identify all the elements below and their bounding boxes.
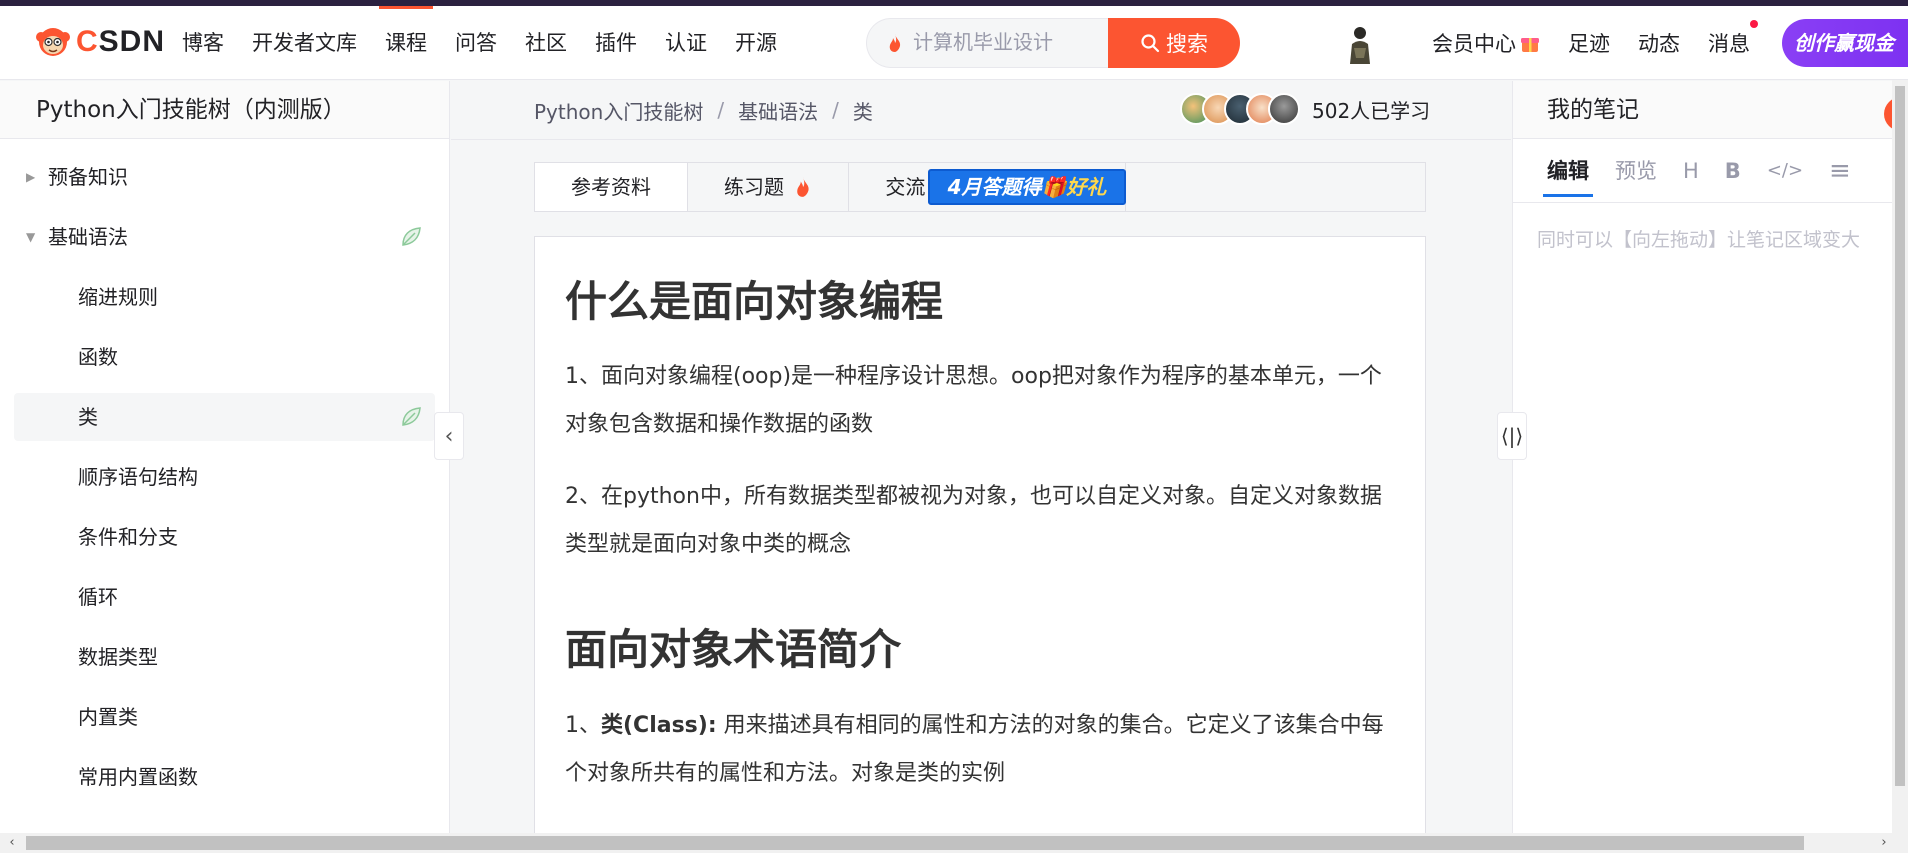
tab-preview[interactable]: 预览 [1615,139,1657,203]
search-button[interactable]: 搜索 [1108,18,1240,68]
heading-terms: 面向对象术语简介 [565,625,902,675]
search-box[interactable] [866,18,1108,68]
horizontal-scroll-thumb[interactable] [26,836,1804,850]
dynamic-link[interactable]: 动态 [1624,28,1694,58]
gift-icon: 🎁 [1041,175,1067,199]
tree-item-builtin-classes[interactable]: 内置类 [14,693,435,741]
chevron-left-icon: ‹ [444,423,454,449]
sidebar-title: Python入门技能树（内测版） [0,81,449,139]
create-button[interactable]: 创作赢现金 [1782,19,1908,67]
tree-item-label: 预备知识 [48,165,128,189]
breadcrumb-current: 类 [852,99,873,124]
skill-tree: ▶ 预备知识 ▼ 基础语法 缩进规则 函数 类 顺序语句结构 条件和分支 循环 … [0,139,449,801]
tree-item-builtin-functions[interactable]: 常用内置函数 [14,753,435,801]
tree-item-functions[interactable]: 函数 [14,333,435,381]
tree-item-prerequisites[interactable]: ▶ 预备知识 [14,153,435,201]
paragraph-class-definition: 1、类(Class): 用来描述具有相同的属性和方法的对象的集合。它定义了该集合… [565,702,1395,798]
learners-group: 502人已学习 [1180,92,1430,126]
tree-item-basic-syntax[interactable]: ▼ 基础语法 [14,213,435,261]
csdn-logo[interactable]: CSDN [34,24,165,60]
tree-item-indentation[interactable]: 缩进规则 [14,273,435,321]
term-class: 类(Class): [601,712,717,738]
vertical-scroll-thumb[interactable] [1895,86,1905,786]
search-icon [1141,34,1160,53]
learner-avatar [1268,93,1300,125]
tree-item-sequence[interactable]: 顺序语句结构 [14,453,435,501]
breadcrumb: Python入门技能树 / 基础语法 / 类 [534,81,873,139]
paragraph: 2、在python中，所有数据类型都被视为对象，也可以自定义对象。自定义对象数据… [565,484,1382,558]
breadcrumb-item[interactable]: 基础语法 [738,96,818,125]
learners-count: 502人已学习 [1312,98,1431,123]
flame-icon [889,34,901,52]
user-avatar[interactable] [1342,24,1378,64]
breadcrumb-separator: / [832,98,839,122]
unread-dot [1750,20,1758,28]
nav-community[interactable]: 社区 [511,6,581,80]
tree-item-label: 基础语法 [48,225,128,249]
notes-panel: 我的笔记 编辑 预览 H B </> ≡ 同时可以【向左拖动】让笔记区域变大 [1512,81,1908,833]
notes-editor[interactable]: 同时可以【向左拖动】让笔记区域变大 [1513,203,1908,274]
monkey-logo-icon [36,28,70,56]
leaf-icon [402,407,421,426]
footprint-link[interactable]: 足迹 [1554,28,1624,58]
flame-icon [797,177,810,197]
tree-item-data-types[interactable]: 数据类型 [14,633,435,681]
code-icon[interactable]: </> [1767,139,1803,203]
article-content: 什么是面向对象编程 1、面向对象编程(oop)是一种程序设计思想。oop把对象作… [534,236,1426,836]
messages-link[interactable]: 消息 [1694,20,1764,58]
divider [451,139,1511,140]
tree-item-loops[interactable]: 循环 [14,573,435,621]
nav-dev-library[interactable]: 开发者文库 [238,6,371,80]
messages-label: 消息 [1708,32,1750,56]
resize-arrows-icon: ⟨|⟩ [1500,424,1524,448]
top-header: CSDN 博客 开发者文库 课程 问答 社区 插件 认证 开源 搜索 [0,6,1908,80]
caret-down-icon: ▼ [26,230,36,244]
bold-icon[interactable]: B [1725,139,1741,203]
search-button-label: 搜索 [1166,32,1208,56]
breadcrumb-item[interactable]: Python入门技能树 [534,96,703,125]
collapse-sidebar-button[interactable]: ‹ [434,412,464,460]
nav-blog[interactable]: 博客 [168,6,238,80]
tree-item-conditions[interactable]: 条件和分支 [14,513,435,561]
scroll-left-icon[interactable]: ‹ [2,833,22,853]
nav-open-source[interactable]: 开源 [721,6,791,80]
search-input[interactable] [913,31,1093,55]
search-bar: 搜索 [866,18,1240,68]
tab-references[interactable]: 参考资料 [535,163,688,211]
nav-qa[interactable]: 问答 [441,6,511,80]
vip-center-link[interactable]: 会员中心 [1418,28,1554,58]
vip-center-label: 会员中心 [1432,32,1516,56]
promo-banner[interactable]: 4月答题得🎁好礼 [928,169,1126,205]
notes-title-label: 我的笔记 [1547,97,1639,123]
paragraph: 1、面向对象编程(oop)是一种程序设计思想。oop把对象作为程序的基本单元，一… [565,364,1382,438]
resize-handle[interactable]: ⟨|⟩ [1497,412,1527,460]
vertical-scrollbar[interactable] [1892,80,1908,833]
heading-icon[interactable]: H [1683,139,1699,203]
tab-edit[interactable]: 编辑 [1543,139,1593,203]
nav-courses[interactable]: 课程 [371,6,441,80]
nav-plugins[interactable]: 插件 [581,6,651,80]
logo-wordmark: CSDN [76,25,166,58]
heading-oop: 什么是面向对象编程 [565,277,944,326]
scroll-right-icon[interactable]: › [1874,833,1894,853]
promo-text: 4月答题得 [947,175,1042,199]
leaf-icon [402,227,421,246]
list-icon[interactable]: ≡ [1829,139,1851,203]
promo-highlight: 好礼 [1066,175,1107,199]
horizontal-scrollbar[interactable]: ‹ › [0,833,1908,853]
breadcrumb-separator: / [717,98,725,122]
right-nav: 会员中心 足迹 动态 消息 [1418,6,1764,80]
skill-tree-sidebar: Python入门技能树（内测版） ▶ 预备知识 ▼ 基础语法 缩进规则 函数 类… [0,81,450,833]
gift-icon [1521,38,1539,52]
main-nav: 博客 开发者文库 课程 问答 社区 插件 认证 开源 [168,6,791,80]
nav-certification[interactable]: 认证 [651,6,721,80]
tab-exercises[interactable]: 练习题 [688,163,850,211]
tree-item-label: 类 [78,405,98,429]
tree-item-class[interactable]: 类 [14,393,435,441]
tab-exercises-label: 练习题 [724,175,784,199]
list-number: 1、 [565,712,601,738]
caret-right-icon: ▶ [26,170,36,184]
notes-title: 我的笔记 [1513,81,1908,139]
notes-toolbar: 编辑 预览 H B </> ≡ [1513,139,1908,203]
